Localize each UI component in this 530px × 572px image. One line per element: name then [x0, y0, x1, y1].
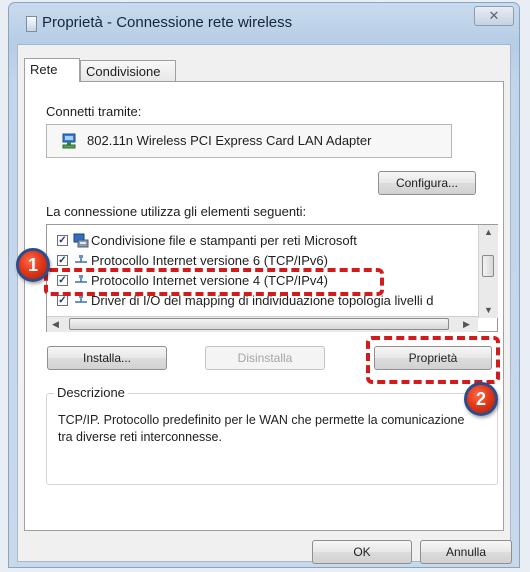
connect-via-label: Connetti tramite: [46, 104, 142, 119]
step-1-badge: 1 [16, 248, 50, 282]
title-bar[interactable]: Proprietà - Connessione rete wireless [8, 2, 520, 42]
window-title: Proprietà - Connessione rete wireless [42, 14, 293, 31]
step-2-badge: 2 [464, 382, 498, 416]
tab-rete[interactable]: Rete [24, 58, 80, 82]
adapter-name: 802.11n Wireless PCI Express Card LAN Ad… [87, 133, 372, 148]
checkbox[interactable]: ✓ [57, 235, 68, 246]
checkbox[interactable]: ✓ [57, 295, 68, 306]
properties-dialog: Proprietà - Connessione rete wireless ✕ … [0, 0, 530, 572]
horizontal-scrollbar[interactable]: ◀ ▶ [47, 316, 478, 332]
vertical-scrollbar[interactable]: ▲ ▼ [478, 225, 498, 318]
scroll-right-icon[interactable]: ▶ [463, 319, 470, 330]
configure-button[interactable]: Configura... [378, 171, 476, 195]
scroll-down-icon[interactable]: ▼ [484, 305, 493, 315]
highlight-ipv4-item [44, 268, 384, 296]
highlight-properties-button [366, 336, 500, 384]
network-adapter-icon [62, 133, 76, 149]
description-text: TCP/IP. Protocollo predefinito per le WA… [58, 413, 465, 444]
list-item-label: Protocollo Internet versione 6 (TCP/IPv6… [91, 253, 328, 268]
adapter-field: 802.11n Wireless PCI Express Card LAN Ad… [46, 124, 452, 158]
ok-button[interactable]: OK [312, 540, 412, 564]
list-item[interactable]: ✓ Condivisione file e stampanti per reti… [47, 231, 477, 251]
tab-condivisione[interactable]: Condivisione [80, 60, 176, 82]
close-icon: ✕ [488, 8, 500, 23]
protocol-icon [75, 255, 87, 263]
scroll-left-icon[interactable]: ◀ [52, 319, 59, 330]
share-printer-icon [73, 233, 89, 248]
description-title: Descrizione [54, 385, 128, 400]
cancel-button[interactable]: Annulla [420, 540, 512, 564]
vertical-scroll-thumb[interactable] [482, 255, 494, 277]
close-button[interactable]: ✕ [474, 6, 514, 26]
install-button[interactable]: Installa... [47, 346, 167, 370]
horizontal-scroll-thumb[interactable] [69, 318, 449, 330]
checkbox[interactable]: ✓ [57, 255, 68, 266]
scroll-up-icon[interactable]: ▲ [484, 227, 493, 237]
uninstall-button[interactable]: Disinstalla [205, 346, 325, 370]
list-item-label: Condivisione file e stampanti per reti M… [91, 233, 357, 248]
items-label: La connessione utilizza gli elementi seg… [46, 204, 307, 219]
document-icon [26, 16, 37, 32]
